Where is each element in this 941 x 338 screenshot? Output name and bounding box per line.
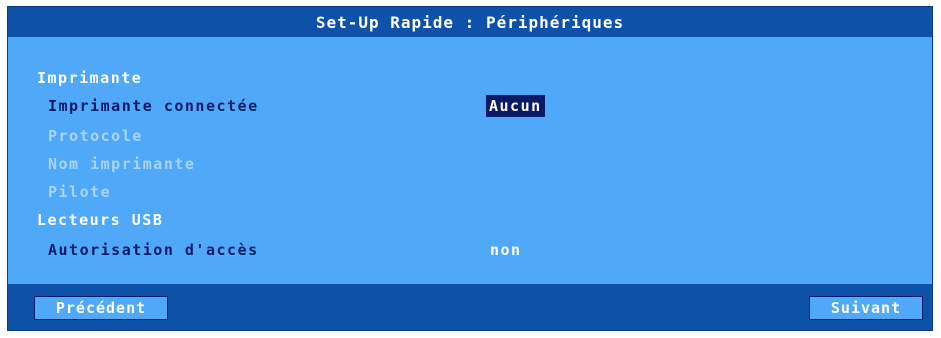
usb-access-value[interactable]: non <box>490 241 522 259</box>
printer-protocol-label: Protocole <box>48 127 143 145</box>
next-button[interactable]: Suivant <box>809 296 923 320</box>
dialog-footer: Précédent Suivant <box>8 284 932 330</box>
setup-dialog: Set-Up Rapide : Périphériques Imprimante… <box>7 6 933 331</box>
dialog-content: Imprimante Imprimante connectée Aucun Pr… <box>8 37 932 285</box>
printer-connected-value[interactable]: Aucun <box>486 95 545 117</box>
section-heading-usb: Lecteurs USB <box>37 211 164 229</box>
printer-driver-label: Pilote <box>48 183 112 201</box>
dialog-title-bar: Set-Up Rapide : Périphériques <box>8 7 932 37</box>
printer-name-label: Nom imprimante <box>48 155 196 173</box>
dialog-title: Set-Up Rapide : Périphériques <box>315 12 625 32</box>
section-heading-printer: Imprimante <box>37 69 143 87</box>
usb-access-label[interactable]: Autorisation d'accès <box>48 241 259 259</box>
previous-button[interactable]: Précédent <box>34 296 168 320</box>
printer-connected-label[interactable]: Imprimante connectée <box>48 97 259 115</box>
